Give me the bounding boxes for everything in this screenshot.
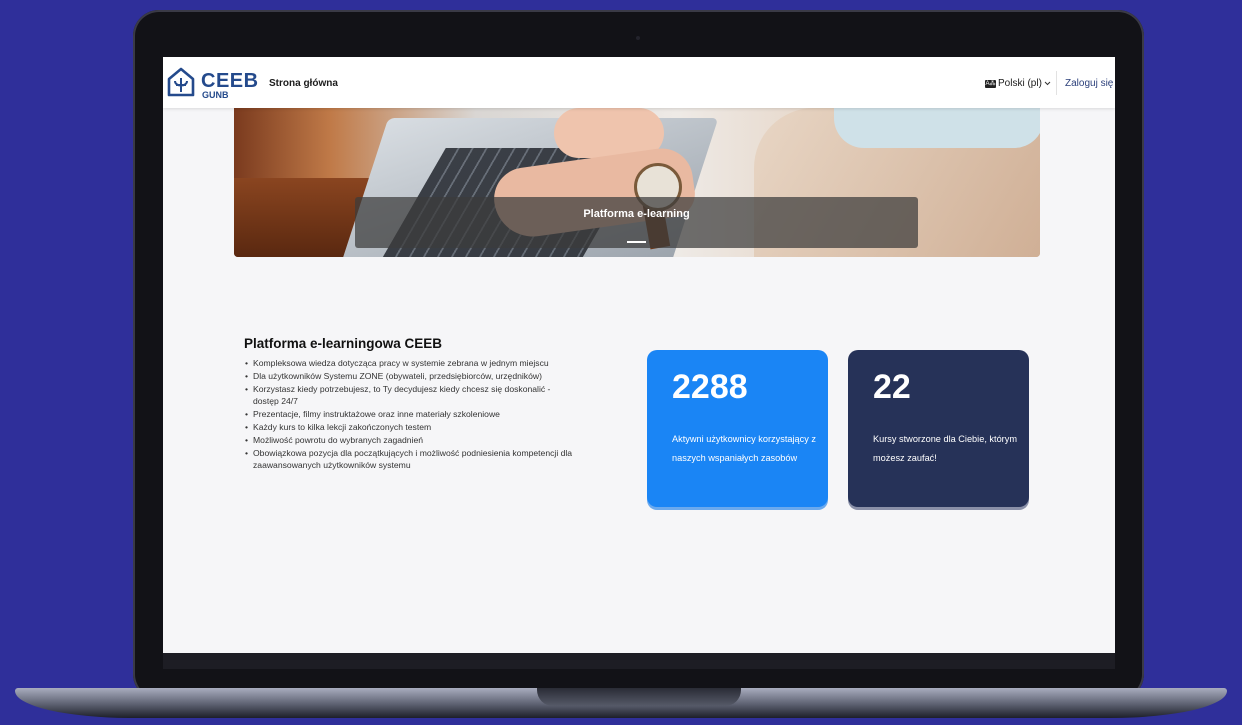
- hero-caption: Platforma e-learning: [355, 197, 918, 248]
- stat-card-users: 2288 Aktywni użytkownicy korzystający z …: [647, 350, 828, 507]
- stat-number: 2288: [672, 368, 748, 406]
- camera-icon: [636, 36, 640, 40]
- stat-number: 22: [873, 368, 911, 406]
- laptop-notch: [537, 688, 741, 706]
- house-logo-icon: [167, 67, 195, 97]
- translate-icon: A⁂: [985, 79, 996, 88]
- intro-section: Platforma e-learningowa CEEB Kompleksowa…: [244, 336, 574, 472]
- carousel-indicator[interactable]: [627, 241, 646, 243]
- list-item: Dla użytkowników Systemu ZONE (obywateli…: [245, 370, 574, 383]
- feature-list: Kompleksowa wiedza dotycząca pracy w sys…: [244, 357, 574, 472]
- list-item: Kompleksowa wiedza dotycząca pracy w sys…: [245, 357, 574, 370]
- hero-carousel[interactable]: Platforma e-learning: [234, 108, 1040, 257]
- stat-description: Aktywni użytkownicy korzystający z naszy…: [672, 434, 816, 463]
- nav-divider: [1056, 71, 1057, 95]
- browser-screen: CEEB GUNB Strona główna A⁂ Polski (pl) Z…: [163, 57, 1115, 653]
- list-item: Prezentacje, filmy instruktażowe oraz in…: [245, 408, 574, 421]
- logo-subtitle: GUNB: [202, 90, 229, 100]
- top-navbar: CEEB GUNB Strona główna A⁂ Polski (pl) Z…: [163, 57, 1115, 108]
- chevron-down-icon: [1044, 81, 1051, 86]
- stat-description: Kursy stworzone dla Ciebie, którym możes…: [873, 434, 1017, 463]
- stat-card-courses: 22 Kursy stworzone dla Ciebie, którym mo…: [848, 350, 1029, 507]
- ceeb-logo[interactable]: CEEB GUNB: [167, 67, 258, 101]
- intro-title: Platforma e-learningowa CEEB: [244, 336, 443, 351]
- hero-caption-text: Platforma e-learning: [583, 208, 690, 220]
- hero-photo-shirt: [834, 108, 1040, 148]
- list-item: Korzystasz kiedy potrzebujesz, to Ty dec…: [245, 383, 574, 409]
- nav-home-link[interactable]: Strona główna: [269, 78, 338, 89]
- list-item: Możliwość powrotu do wybranych zagadnień: [245, 434, 574, 447]
- login-link[interactable]: Zaloguj się: [1065, 78, 1113, 89]
- language-selector[interactable]: A⁂ Polski (pl): [985, 78, 1051, 89]
- list-item: Obowiązkowa pozycja dla początkujących i…: [245, 447, 574, 473]
- screen-bezel: [163, 653, 1115, 669]
- logo-title: CEEB: [201, 70, 259, 92]
- list-item: Każdy kurs to kilka lekcji zakończonych …: [245, 421, 574, 434]
- language-label: Polski (pl): [998, 78, 1042, 89]
